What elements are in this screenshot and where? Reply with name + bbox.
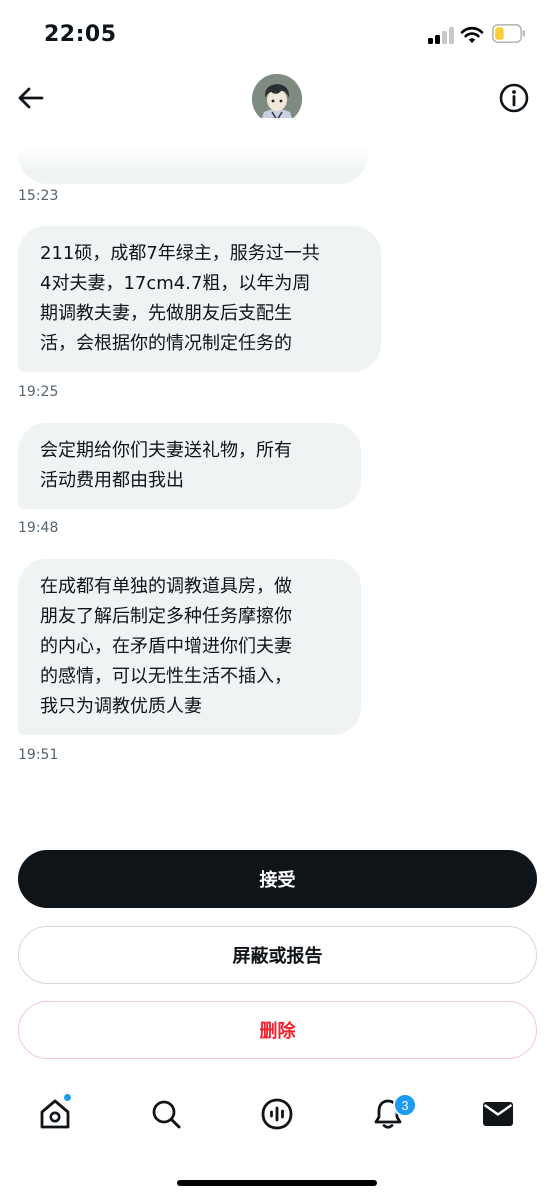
- message-bubble: 会定期给你们夫妻送礼物，所有 活动费用都由我出: [18, 423, 361, 509]
- message-line: 期调教夫妻，先做朋友后支配生: [40, 303, 292, 324]
- status-time: 22:05: [44, 22, 117, 47]
- message-line: 的内心，在矛盾中增进你们夫妻: [40, 636, 292, 657]
- avatar[interactable]: [252, 74, 302, 124]
- message-line: 在成都有单独的调教道具房，做: [40, 576, 292, 597]
- search-icon: [152, 1100, 181, 1129]
- message-time: 19:48: [18, 520, 59, 536]
- message-time: 19:25: [18, 384, 59, 400]
- tab-search[interactable]: [146, 1094, 186, 1134]
- message-time: 15:23: [18, 188, 59, 204]
- notification-badge: 3: [393, 1093, 417, 1117]
- info-button[interactable]: [496, 80, 532, 116]
- message-line: 4对夫妻，17cm4.7粗，以年为周: [40, 273, 311, 294]
- block-or-report-button[interactable]: 屏蔽或报告: [18, 926, 537, 984]
- battery-icon: [492, 24, 525, 43]
- messages-icon: [483, 1102, 513, 1126]
- wifi-icon: [460, 26, 484, 43]
- tab-bar: 3: [0, 1080, 554, 1156]
- tab-spaces[interactable]: [257, 1094, 297, 1134]
- message-line: 活动费用都由我出: [40, 470, 184, 491]
- message-time: 19:51: [18, 747, 59, 763]
- delete-button[interactable]: 删除: [18, 1001, 537, 1059]
- signal-icon: [428, 26, 454, 44]
- message-line: 我只为调教优质人妻: [40, 696, 202, 717]
- spaces-icon: [261, 1098, 293, 1130]
- back-button[interactable]: [12, 80, 48, 116]
- message-line: 会定期给你们夫妻送礼物，所有: [40, 440, 292, 461]
- accept-button[interactable]: 接受: [18, 850, 537, 908]
- home-unread-dot: [63, 1093, 72, 1102]
- message-line: 朋友了解后制定多种任务摩擦你: [40, 606, 292, 627]
- arrow-left-icon: [18, 87, 44, 109]
- message-line: 活，会根据你的情况制定任务的: [40, 333, 292, 354]
- message-line: 的感情，可以无性生活不插入，: [40, 666, 292, 687]
- header-fade: [0, 118, 554, 172]
- message-line: 211硕，成都7年绿主，服务过一共: [40, 243, 320, 264]
- home-icon: [40, 1099, 70, 1129]
- home-indicator: [177, 1180, 377, 1186]
- info-icon: [499, 83, 529, 113]
- tab-messages[interactable]: [478, 1094, 518, 1134]
- message-bubble: 在成都有单独的调教道具房，做 朋友了解后制定多种任务摩擦你 的内心，在矛盾中增进…: [18, 559, 361, 735]
- message-bubble: 211硕，成都7年绿主，服务过一共 4对夫妻，17cm4.7粗，以年为周 期调教…: [18, 226, 381, 372]
